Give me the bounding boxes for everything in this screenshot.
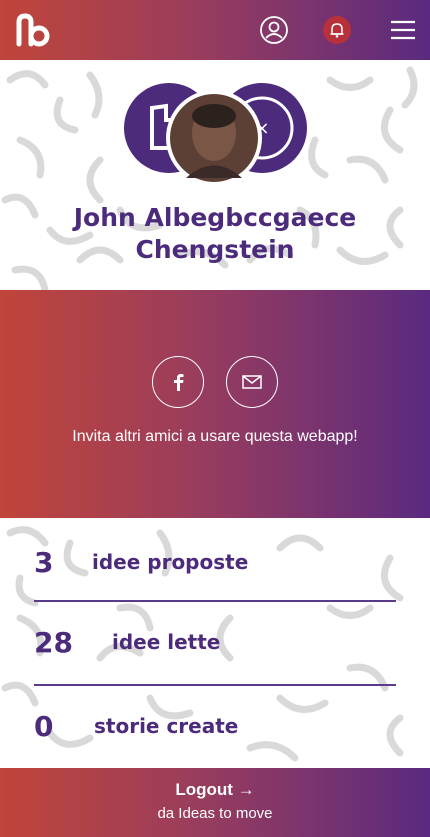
user-name: John Albegbccgaece Chengstein [0,202,430,266]
stat-row-ideas-proposed: 3 idee proposte [34,546,396,586]
logout-footer: Logout → da Ideas to move [0,768,430,837]
invite-text: Invita altri amici a usare questa webapp… [72,428,358,445]
hamburger-menu-icon[interactable] [388,15,418,45]
logout-button[interactable]: Logout → [0,780,430,800]
stat-value: 0 [34,710,54,743]
stat-row-stories-created: 0 storie create [34,710,396,750]
stat-value: 3 [34,546,54,579]
facebook-share-button[interactable] [152,356,204,408]
stats-section: 3 idee proposte 28 idee lette 0 storie c… [0,518,430,768]
logout-subtitle: da Ideas to move [157,805,273,822]
profile-section: × John Albegbccgaece Chengstein [0,60,430,290]
bell-icon[interactable] [323,16,351,44]
stat-label: idee lette [112,630,221,654]
app-header [0,0,430,60]
stat-value: 28 [34,626,73,659]
stat-label: idee proposte [92,550,249,574]
email-share-button[interactable] [226,356,278,408]
divider [34,684,396,686]
avatar-group: × [122,78,308,188]
user-circle-icon[interactable] [259,15,289,45]
invite-section: Invita altri amici a usare questa webapp… [0,290,430,518]
stat-row-ideas-read: 28 idee lette [34,626,396,666]
stat-label: storie create [94,714,239,738]
divider [34,600,396,602]
ideas-to-move-logo-icon[interactable] [14,12,50,48]
mail-icon [242,375,262,389]
user-name-line-1: John Albegbccgaece [73,203,357,232]
user-name-line-2: Chengstein [135,235,295,264]
facebook-icon [174,374,184,391]
